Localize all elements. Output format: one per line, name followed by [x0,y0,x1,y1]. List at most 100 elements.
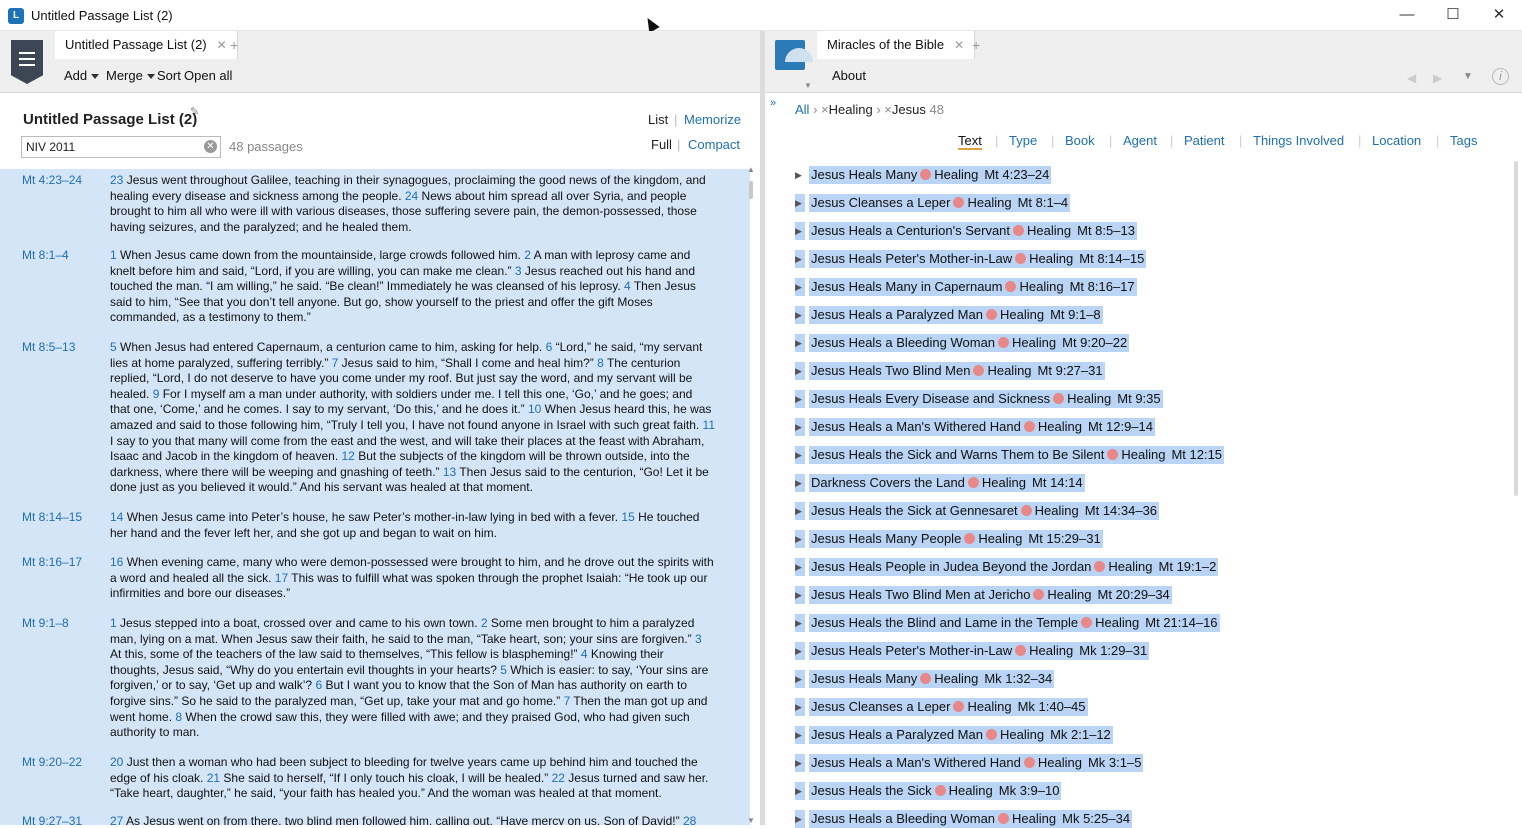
miracle-reference[interactable]: Mk 1:40–45 [1018,699,1086,714]
verse-number[interactable]: 2 [481,616,488,630]
tab-miracles[interactable]: Miracles of the Bible ✕ [817,31,976,59]
scrollbar-thumb[interactable] [749,181,753,199]
add-tab-icon[interactable]: + [230,37,238,53]
expand-arrow-icon[interactable]: ▶ [795,726,805,744]
expand-arrow-icon[interactable]: ▶ [795,614,805,632]
miracle-title[interactable]: Jesus Heals Many in Capernaum [811,279,1002,294]
miracle-title[interactable]: Jesus Heals People in Judea Beyond the J… [811,559,1091,574]
left-scrollbar[interactable]: ▲ ▼ [746,165,756,825]
remove-filter-icon[interactable]: × [821,102,829,117]
list-item[interactable]: Jesus Heals Many in Capernaum Healing Mt 8… [809,278,1137,296]
add-menu[interactable]: Add [64,68,100,83]
list-item[interactable]: Jesus Heals a Paralyzed Man Healing Mt 9:1… [809,306,1103,324]
list-item[interactable]: Jesus Heals Two Blind Men at Jericho Heal… [809,586,1172,604]
filter-tab[interactable]: Agent [1123,133,1157,148]
miracle-reference[interactable]: Mt 9:27–31 [1038,363,1103,378]
verse-number[interactable]: 28 [683,814,696,825]
miracle-reference[interactable]: Mt 9:1–8 [1050,307,1101,322]
expand-arrow-icon[interactable]: ▶ [795,334,805,352]
page-title[interactable]: Untitled Passage List (2) [23,111,197,128]
miracle-title[interactable]: Jesus Heals the Sick at Gennesaret [811,503,1018,518]
expand-arrow-icon[interactable]: ▶ [795,166,805,184]
verse-number[interactable]: 4 [581,647,588,661]
verse-number[interactable]: 27 [110,814,123,825]
list-item[interactable]: Jesus Heals a Paralyzed Man Healing Mk 2:1… [809,726,1113,744]
list-item[interactable]: Darkness Covers the Land Healing Mt 14:14 [809,474,1085,492]
miracle-reference[interactable]: Mk 1:32–34 [984,671,1052,686]
expand-arrow-icon[interactable]: ▶ [795,306,805,324]
right-scrollbar[interactable] [1512,161,1520,825]
list-item[interactable]: Jesus Heals People in Judea Beyond the J… [809,558,1219,576]
expand-arrow-icon[interactable]: ▶ [795,698,805,716]
verse-number[interactable]: 10 [528,402,541,416]
close-tab-icon[interactable]: ✕ [217,38,227,52]
passage-reference-link[interactable]: Mt 9:20–22 [22,755,82,769]
miracle-reference[interactable]: Mt 15:29–31 [1028,531,1100,546]
verse-number[interactable]: 2 [524,248,531,262]
version-field[interactable]: NIV 2011 ✕ [21,136,221,158]
verse-number[interactable]: 22 [552,771,565,785]
miracle-reference[interactable]: Mk 5:25–34 [1062,811,1130,826]
scrollbar-thumb[interactable] [1514,161,1518,496]
list-item[interactable]: Jesus Heals a Centurion's Servant Healing… [809,222,1137,240]
filter-tab[interactable]: Tags [1450,133,1477,148]
miracle-title[interactable]: Jesus Heals Many [811,671,917,686]
list-item[interactable]: Jesus Heals Every Disease and Sickness He… [809,390,1163,408]
filter-tab[interactable]: Type [1009,133,1037,148]
expand-arrow-icon[interactable]: ▶ [795,222,805,240]
list-item[interactable]: Jesus Heals the Blind and Lame in the Te… [809,614,1220,632]
add-tab-icon[interactable]: + [972,37,980,53]
miracle-title[interactable]: Jesus Heals Two Blind Men [811,363,970,378]
expand-arrow-icon[interactable]: ▶ [795,474,805,492]
expand-arrow-icon[interactable]: ▶ [795,530,805,548]
expand-arrow-icon[interactable]: ▶ [795,418,805,436]
scroll-down-icon[interactable]: ▼ [747,816,755,825]
expand-arrow-icon[interactable]: ▶ [795,558,805,576]
mode-full-tab[interactable]: Full [651,137,672,152]
expand-arrow-icon[interactable]: ▶ [795,362,805,380]
verse-number[interactable]: 21 [207,771,220,785]
verse-number[interactable]: 14 [110,510,123,524]
miracle-title[interactable]: Jesus Heals a Bleeding Woman [811,335,995,350]
close-tab-icon[interactable]: ✕ [954,38,964,52]
miracle-title[interactable]: Jesus Cleanses a Leper [811,699,950,714]
verse-number[interactable]: 5 [110,340,117,354]
forward-icon[interactable]: ▶ [1433,71,1442,85]
miracle-reference[interactable]: Mt 14:14 [1032,475,1083,490]
list-item[interactable]: Jesus Heals Many Healing Mt 4:23–24 [809,166,1052,184]
expand-arrow-icon[interactable]: ▶ [795,390,805,408]
expand-sidebar-icon[interactable]: » [770,97,776,109]
list-item[interactable]: Jesus Heals Peter's Mother-in-Law Healing… [809,250,1147,268]
expand-arrow-icon[interactable]: ▶ [795,670,805,688]
miracle-reference[interactable]: Mk 1:29–31 [1079,643,1147,658]
expand-arrow-icon[interactable]: ▶ [795,586,805,604]
miracle-title[interactable]: Jesus Heals Every Disease and Sickness [811,391,1050,406]
list-item[interactable]: Jesus Heals a Bleeding Woman Healing Mk 5:… [809,810,1133,828]
list-item[interactable]: Jesus Heals the Sick and Warns Them to B… [809,446,1225,464]
miracle-reference[interactable]: Mt 21:14–16 [1145,615,1217,630]
list-item[interactable]: Jesus Heals Many Healing Mk 1:32–34 [809,670,1055,688]
verse-number[interactable]: 8 [597,356,604,370]
verse-number[interactable]: 16 [110,555,123,569]
expand-arrow-icon[interactable]: ▶ [795,754,805,772]
close-button[interactable]: ✕ [1476,0,1522,31]
verse-number[interactable]: 15 [621,510,634,524]
passage-reference-link[interactable]: Mt 8:1–4 [22,248,69,262]
edit-title-icon[interactable]: ✎ [190,105,199,118]
miracle-title[interactable]: Jesus Heals the Blind and Lame in the Te… [811,615,1078,630]
open-all-button[interactable]: Open all [184,68,232,83]
miracle-title[interactable]: Jesus Heals Many [811,167,917,182]
miracle-title[interactable]: Jesus Heals a Man's Withered Hand [811,419,1021,434]
remove-filter-icon[interactable]: × [884,102,892,117]
list-item[interactable]: Jesus Heals Many People Healing Mt 15:29–3… [809,530,1103,548]
verse-number[interactable]: 20 [110,755,123,769]
miracle-title[interactable]: Jesus Heals Many People [811,531,961,546]
miracle-reference[interactable]: Mk 3:9–10 [999,783,1060,798]
mode-compact-tab[interactable]: Compact [688,137,740,152]
miracle-title[interactable]: Jesus Heals a Man's Withered Hand [811,755,1021,770]
menu-chevron-icon[interactable]: ▼ [1463,71,1473,82]
expand-arrow-icon[interactable]: ▶ [795,446,805,464]
scroll-up-icon[interactable]: ▲ [747,165,755,174]
list-item[interactable]: Jesus Heals the Sick at Gennesaret Healin… [809,502,1160,520]
passage-reference-link[interactable]: Mt 9:27–31 [22,814,82,825]
